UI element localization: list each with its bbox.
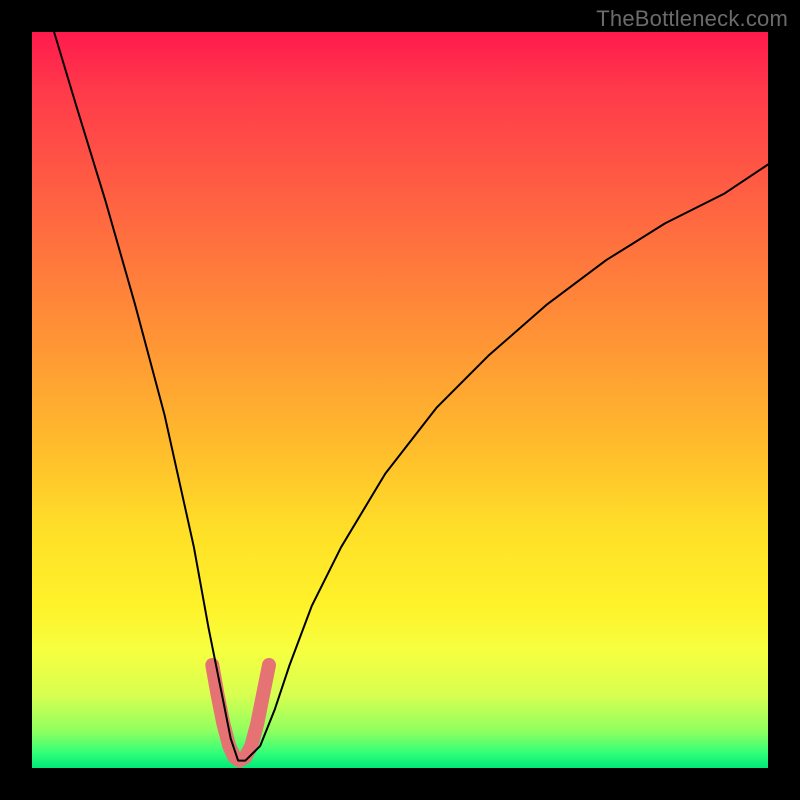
plot-area: [32, 32, 768, 768]
series-group: [54, 32, 768, 761]
attribution-text: TheBottleneck.com: [596, 6, 788, 32]
series-main-curve: [54, 32, 768, 761]
chart-svg: [32, 32, 768, 768]
chart-frame: TheBottleneck.com: [0, 0, 800, 800]
